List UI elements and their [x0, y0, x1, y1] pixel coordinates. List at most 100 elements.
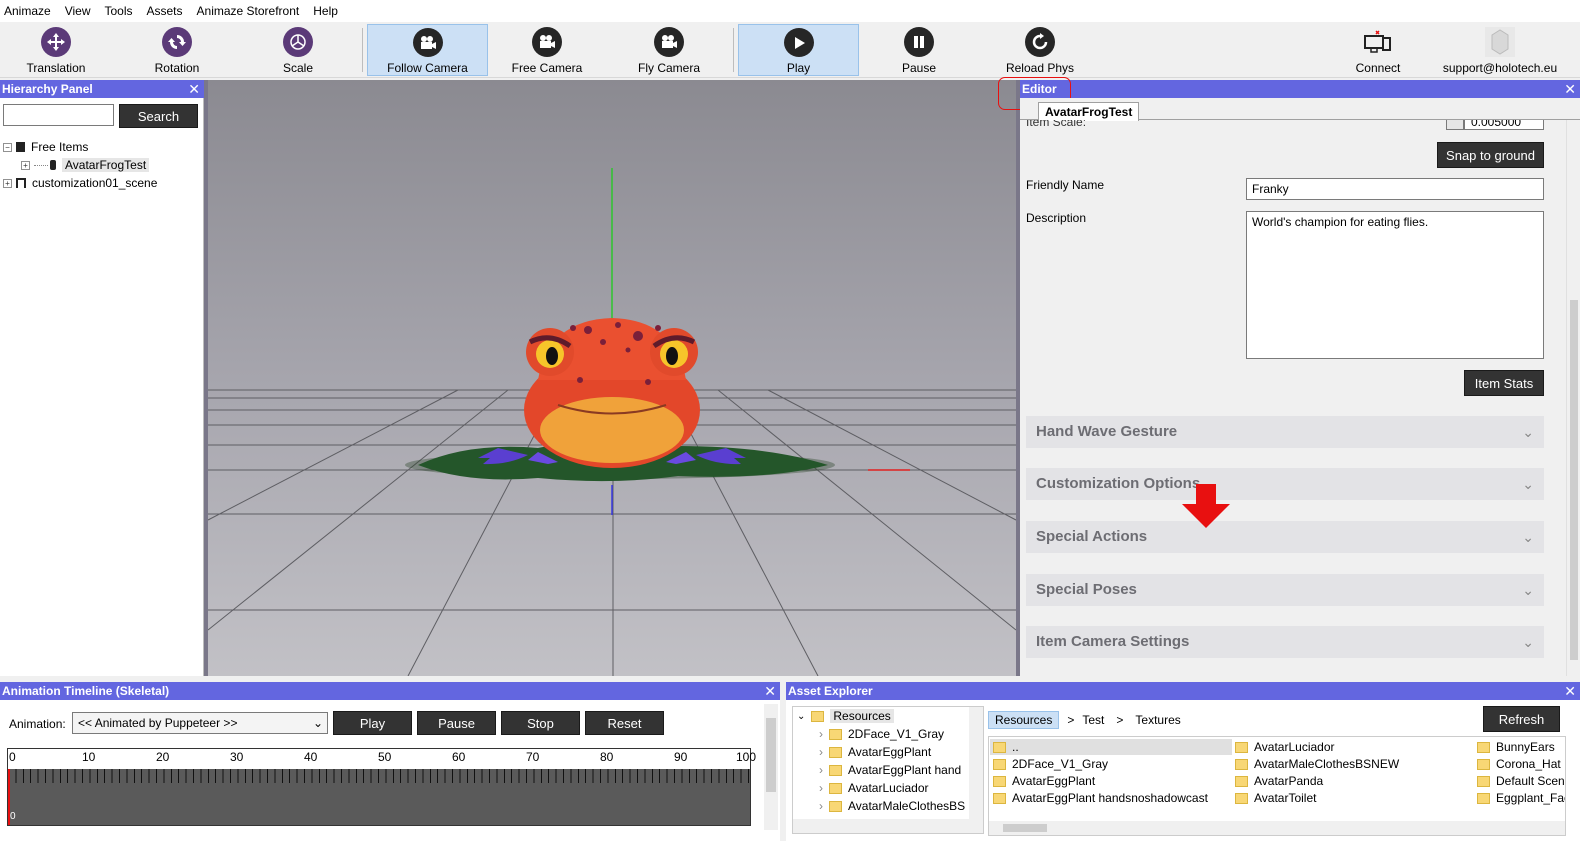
section-hand-wave-gesture[interactable]: Hand Wave Gesture ⌄ [1026, 416, 1544, 448]
folder-icon [811, 710, 825, 722]
breadcrumb-item[interactable]: Textures [1135, 713, 1180, 727]
tree-folder[interactable]: › AvatarLuciador [819, 781, 929, 795]
refresh-button[interactable]: Refresh [1483, 706, 1560, 732]
item-stats-button[interactable]: Item Stats [1464, 370, 1544, 396]
hierarchy-search-input[interactable] [3, 104, 114, 126]
breadcrumb-item[interactable]: Resources [988, 711, 1060, 729]
section-title: Special Actions [1036, 528, 1148, 545]
collapse-icon[interactable]: − [3, 142, 12, 152]
asset-folder[interactable]: BunnyEars [1477, 740, 1555, 754]
section-special-poses[interactable]: Special Poses ⌄ [1026, 574, 1544, 606]
folder-icon [1477, 775, 1490, 787]
camera-icon [532, 27, 562, 57]
camera-icon [654, 27, 684, 57]
close-icon[interactable]: ✕ [1564, 80, 1576, 98]
breadcrumb: Resources > Test > Textures [988, 710, 1181, 730]
chevron-down-icon: ⌄ [1522, 634, 1534, 650]
toolbar-separator [362, 28, 363, 72]
scrollbar-thumb[interactable] [1003, 824, 1047, 832]
reload-phys-button[interactable]: Reload Phys [990, 24, 1090, 76]
timeline-scrollbar[interactable] [764, 704, 778, 830]
animation-select[interactable]: << Animated by Puppeteer >> ⌄ [72, 712, 328, 734]
menu-view[interactable]: View [65, 4, 91, 18]
scrollbar-thumb[interactable] [1570, 300, 1578, 660]
asset-folder[interactable]: AvatarLuciador [1235, 740, 1335, 754]
tree-hscrollbar[interactable] [793, 819, 983, 833]
hierarchy-panel: Search − Free Items + AvatarFrogTest + c… [0, 98, 204, 676]
asset-folder[interactable]: AvatarToilet [1235, 791, 1316, 805]
scrollbar-thumb[interactable] [766, 718, 776, 792]
tick-label: 100 [736, 750, 757, 764]
close-icon[interactable]: ✕ [1564, 682, 1576, 700]
asset-folder[interactable]: .. [993, 740, 1019, 754]
snap-to-ground-button[interactable]: Snap to ground [1437, 142, 1544, 168]
chevron-down-icon: ⌄ [797, 710, 806, 722]
tab-avatarfrogtest[interactable]: AvatarFrogTest [1038, 102, 1140, 121]
menu-tools[interactable]: Tools [104, 4, 132, 18]
asset-folder[interactable]: Default Scene [1477, 774, 1565, 788]
item-scale-input[interactable]: 0.005000 [1464, 120, 1544, 130]
tree-root-resources[interactable]: ⌄ Resources [797, 709, 894, 723]
tree-folder[interactable]: › 2DFace_V1_Gray [819, 727, 944, 741]
tree-folder[interactable]: › AvatarEggPlant hand [819, 763, 961, 777]
reload-phys-label: Reload Phys [1005, 61, 1075, 75]
pause-button[interactable]: Pause [869, 24, 969, 76]
editor-scrollbar[interactable] [1566, 120, 1580, 676]
asset-folder[interactable]: AvatarEggPlant handsnoshadowcast [993, 791, 1208, 805]
asset-grid-hscrollbar[interactable] [989, 821, 1565, 835]
timeline-pause-button[interactable]: Pause [417, 711, 496, 735]
ruler-ticks [8, 769, 750, 783]
tree-folder[interactable]: › AvatarMaleClothesBS [819, 799, 965, 813]
menu-help[interactable]: Help [313, 4, 338, 18]
expand-icon[interactable]: + [3, 178, 12, 188]
menu-storefront[interactable]: Animaze Storefront [197, 4, 300, 18]
asset-folder[interactable]: AvatarMaleClothesBSNEW [1235, 757, 1399, 771]
tree-scrollbar[interactable] [969, 707, 983, 821]
close-icon[interactable]: ✕ [188, 80, 200, 98]
timeline-title: Animation Timeline (Skeletal) [2, 684, 170, 698]
description-textarea[interactable]: World's champion for eating flies. [1246, 211, 1544, 359]
3d-viewport[interactable] [208, 80, 1016, 676]
tree-folder[interactable]: › AvatarEggPlant [819, 745, 931, 759]
folder-icon [829, 800, 842, 812]
folder-icon [1235, 775, 1248, 787]
section-customization-options[interactable]: Customization Options ⌄ [1026, 468, 1544, 500]
section-title: Special Poses [1036, 581, 1137, 598]
asset-folder[interactable]: AvatarPanda [1235, 774, 1323, 788]
menu-assets[interactable]: Assets [147, 4, 183, 18]
item-scale-spinner[interactable] [1446, 120, 1464, 130]
folder-icon [829, 764, 842, 776]
asset-folder[interactable]: 2DFace_V1_Gray [993, 757, 1108, 771]
section-item-camera-settings[interactable]: Item Camera Settings ⌄ [1026, 626, 1544, 658]
timeline-play-button[interactable]: Play [333, 711, 412, 735]
editor-panel: AvatarFrogTest Item Scale: 0.005000 Snap… [1020, 98, 1580, 676]
friendly-name-input[interactable]: Franky [1246, 178, 1544, 200]
breadcrumb-item[interactable]: Test [1082, 713, 1104, 727]
asset-folder[interactable]: Corona_Hat [1477, 757, 1561, 771]
connect-button[interactable]: Connect [1338, 24, 1418, 76]
play-button[interactable]: Play [738, 24, 859, 76]
section-special-actions[interactable]: Special Actions ⌄ [1026, 521, 1544, 553]
arrow-down-icon [1182, 484, 1230, 528]
translation-button[interactable]: Translation [6, 24, 106, 76]
timeline-ruler[interactable]: 0 10 20 30 40 50 60 70 80 90 100 0 [7, 748, 756, 826]
expand-icon[interactable]: + [21, 160, 30, 170]
fly-camera-button[interactable]: Fly Camera [619, 24, 719, 76]
search-button[interactable]: Search [119, 104, 198, 128]
follow-camera-button[interactable]: Follow Camera [367, 24, 488, 76]
free-camera-button[interactable]: Free Camera [497, 24, 597, 76]
close-icon[interactable]: ✕ [764, 682, 776, 700]
rotation-button[interactable]: Rotation [127, 24, 227, 76]
tick-label: 10 [82, 750, 96, 764]
asset-folder[interactable]: AvatarEggPlant [993, 774, 1095, 788]
scale-button[interactable]: Scale [248, 24, 348, 76]
asset-folder[interactable]: Eggplant_Fac [1477, 791, 1565, 805]
tree-item-avatarfrogtest[interactable]: + AvatarFrogTest [21, 158, 150, 172]
timeline-reset-button[interactable]: Reset [585, 711, 664, 735]
menu-animaze[interactable]: Animaze [4, 4, 51, 18]
timeline-stop-button[interactable]: Stop [501, 711, 580, 735]
support-account-button[interactable]: support@holotech.eu [1440, 24, 1560, 76]
animation-label: Animation: [9, 717, 66, 731]
tree-item-free-items[interactable]: − Free Items [3, 140, 88, 154]
tree-item-customization-scene[interactable]: + customization01_scene [3, 176, 157, 190]
